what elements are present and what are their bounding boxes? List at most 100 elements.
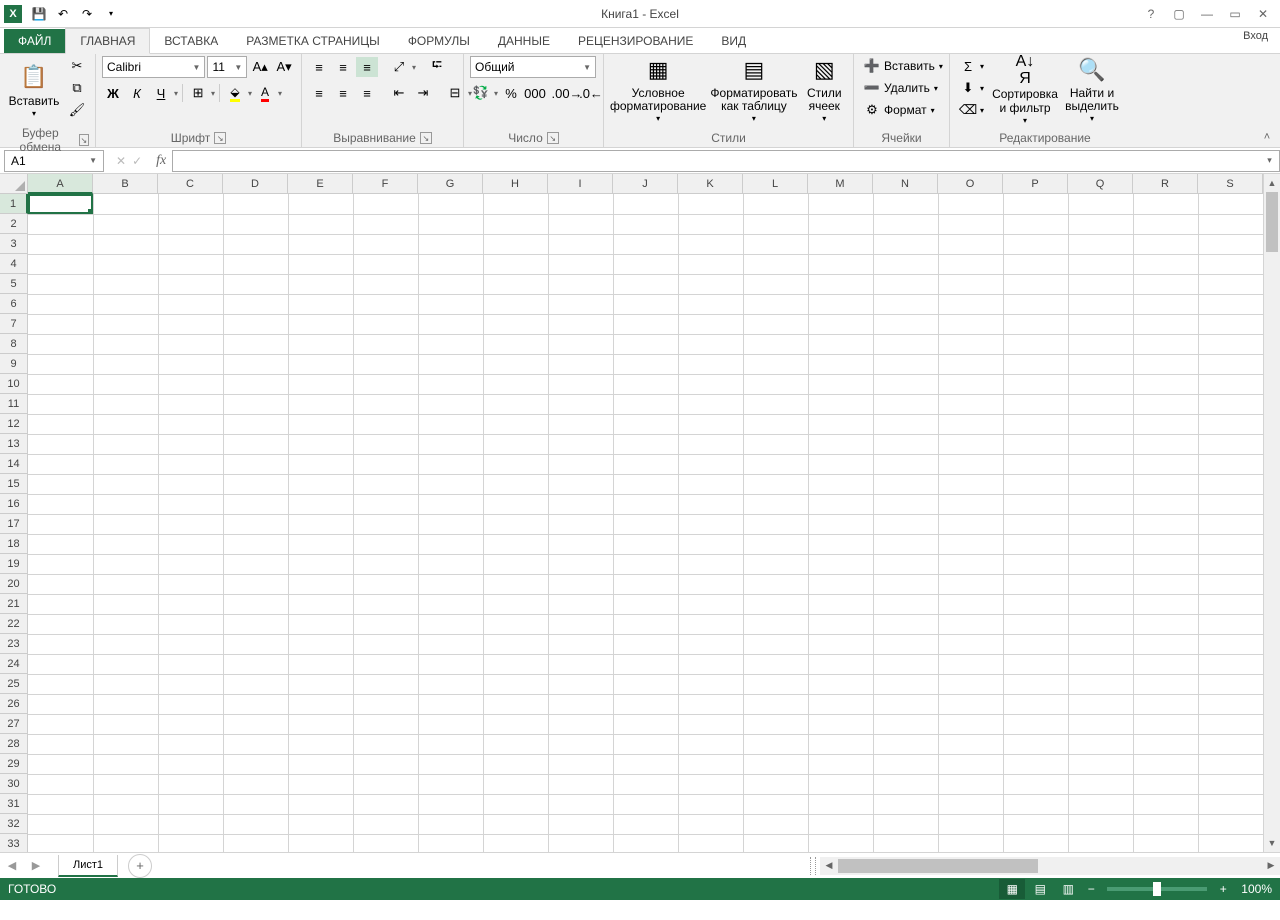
row-header[interactable]: 12	[0, 414, 28, 434]
row-header[interactable]: 25	[0, 674, 28, 694]
tab-review[interactable]: РЕЦЕНЗИРОВАНИЕ	[564, 29, 707, 53]
row-header[interactable]: 16	[0, 494, 28, 514]
row-header[interactable]: 30	[0, 774, 28, 794]
customize-qat-icon[interactable]: ▾	[100, 3, 122, 25]
row-header[interactable]: 22	[0, 614, 28, 634]
conditional-formatting-button[interactable]: ▦ Условное форматирование▾	[610, 56, 706, 124]
sheet-nav-next-icon[interactable]: ▶	[24, 854, 48, 878]
sheet-tab[interactable]: Лист1	[58, 855, 118, 877]
decrease-indent-icon[interactable]: ⇤	[388, 83, 410, 103]
increase-decimal-icon[interactable]: .00→	[556, 83, 578, 103]
font-color-icon[interactable]: A	[254, 83, 276, 103]
tab-page-layout[interactable]: РАЗМЕТКА СТРАНИЦЫ	[232, 29, 394, 53]
align-right-icon[interactable]: ≡	[356, 83, 378, 103]
row-header[interactable]: 20	[0, 574, 28, 594]
number-format-combo[interactable]: Общий▼	[470, 56, 596, 78]
hscroll-thumb[interactable]	[838, 859, 1038, 873]
row-header[interactable]: 31	[0, 794, 28, 814]
row-header[interactable]: 21	[0, 594, 28, 614]
percent-format-icon[interactable]: %	[500, 83, 522, 103]
column-header[interactable]: K	[678, 174, 743, 194]
tab-file[interactable]: ФАЙЛ	[4, 29, 65, 53]
column-header[interactable]: H	[483, 174, 548, 194]
row-header[interactable]: 2	[0, 214, 28, 234]
horizontal-scrollbar[interactable]: ◀ ▶	[820, 857, 1280, 875]
row-header[interactable]: 19	[0, 554, 28, 574]
format-cells-button[interactable]: ⚙Формат▾	[860, 100, 939, 120]
row-header[interactable]: 10	[0, 374, 28, 394]
minimize-icon[interactable]: —	[1194, 4, 1220, 24]
row-header[interactable]: 27	[0, 714, 28, 734]
row-header[interactable]: 15	[0, 474, 28, 494]
maximize-icon[interactable]: ▭	[1222, 4, 1248, 24]
underline-button[interactable]: Ч	[150, 83, 172, 103]
scroll-up-icon[interactable]: ▲	[1264, 174, 1280, 192]
row-header[interactable]: 7	[0, 314, 28, 334]
column-header[interactable]: B	[93, 174, 158, 194]
number-dialog-launcher[interactable]: ↘	[547, 132, 559, 144]
normal-view-icon[interactable]: ▦	[999, 879, 1025, 899]
column-header[interactable]: M	[808, 174, 873, 194]
column-header[interactable]: Q	[1068, 174, 1133, 194]
redo-icon[interactable]: ↷	[76, 3, 98, 25]
row-header[interactable]: 3	[0, 234, 28, 254]
column-header[interactable]: A	[28, 174, 93, 194]
row-header[interactable]: 17	[0, 514, 28, 534]
font-name-combo[interactable]: Calibri▼	[102, 56, 205, 78]
scroll-right-icon[interactable]: ▶	[1262, 857, 1280, 875]
row-header[interactable]: 26	[0, 694, 28, 714]
italic-button[interactable]: К	[126, 83, 148, 103]
fx-icon[interactable]: fx	[150, 153, 172, 169]
scroll-left-icon[interactable]: ◀	[820, 857, 838, 875]
page-break-view-icon[interactable]: ▥	[1055, 879, 1081, 899]
align-center-icon[interactable]: ≡	[332, 83, 354, 103]
border-icon[interactable]: ⊞	[187, 83, 209, 103]
column-header[interactable]: O	[938, 174, 1003, 194]
delete-cells-button[interactable]: ➖Удалить▾	[860, 78, 942, 98]
autosum-button[interactable]: Σ▾	[956, 56, 988, 76]
zoom-in-icon[interactable]: +	[1215, 882, 1231, 896]
row-header[interactable]: 1	[0, 194, 28, 214]
save-icon[interactable]: 💾	[28, 3, 50, 25]
column-header[interactable]: J	[613, 174, 678, 194]
tab-data[interactable]: ДАННЫЕ	[484, 29, 564, 53]
column-header[interactable]: I	[548, 174, 613, 194]
row-header[interactable]: 13	[0, 434, 28, 454]
cells-area[interactable]	[28, 194, 1263, 852]
align-top-icon[interactable]: ≡	[308, 57, 330, 77]
row-header[interactable]: 29	[0, 754, 28, 774]
row-header[interactable]: 4	[0, 254, 28, 274]
increase-indent-icon[interactable]: ⇥	[412, 83, 434, 103]
help-icon[interactable]: ?	[1138, 4, 1164, 24]
fill-color-icon[interactable]: ⬙	[224, 83, 246, 103]
row-header[interactable]: 14	[0, 454, 28, 474]
bold-button[interactable]: Ж	[102, 83, 124, 103]
row-header[interactable]: 33	[0, 834, 28, 852]
row-header[interactable]: 5	[0, 274, 28, 294]
align-middle-icon[interactable]: ≡	[332, 57, 354, 77]
column-header[interactable]: E	[288, 174, 353, 194]
undo-icon[interactable]: ↶	[52, 3, 74, 25]
tab-home[interactable]: ГЛАВНАЯ	[65, 28, 150, 54]
column-header[interactable]: R	[1133, 174, 1198, 194]
row-header[interactable]: 6	[0, 294, 28, 314]
formula-input[interactable]	[172, 150, 1260, 172]
copy-icon[interactable]: ⧉	[66, 78, 88, 98]
row-header[interactable]: 28	[0, 734, 28, 754]
increase-font-icon[interactable]: A▴	[249, 57, 271, 77]
clear-button[interactable]: ⌫▾	[956, 100, 988, 120]
row-header[interactable]: 11	[0, 394, 28, 414]
row-header[interactable]: 32	[0, 814, 28, 834]
close-icon[interactable]: ✕	[1250, 4, 1276, 24]
tab-view[interactable]: ВИД	[707, 29, 760, 53]
zoom-slider-thumb[interactable]	[1153, 882, 1161, 896]
enter-formula-icon[interactable]: ✓	[132, 154, 142, 168]
sign-in-link[interactable]: Вход	[1237, 30, 1274, 42]
align-left-icon[interactable]: ≡	[308, 83, 330, 103]
sort-filter-button[interactable]: A↓Я Сортировка и фильтр▾	[992, 56, 1058, 124]
paste-button[interactable]: 📋 Вставить ▾	[6, 56, 62, 124]
collapse-ribbon-icon[interactable]: ˄	[1258, 129, 1276, 145]
accounting-format-icon[interactable]: 💱	[470, 83, 492, 103]
column-header[interactable]: N	[873, 174, 938, 194]
find-select-button[interactable]: 🔍 Найти и выделить▾	[1062, 56, 1122, 124]
